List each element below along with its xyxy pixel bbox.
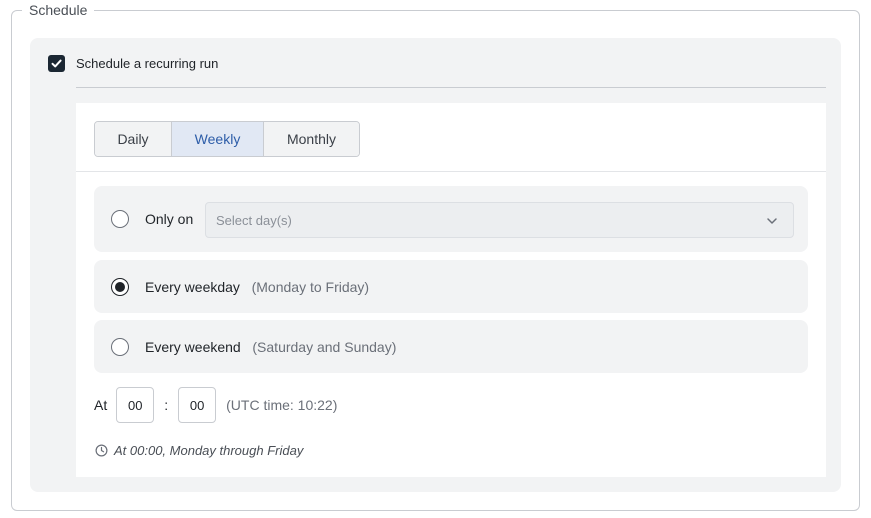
- time-at-label: At: [94, 397, 108, 413]
- option-every-weekday[interactable]: Every weekday (Monday to Friday): [94, 260, 808, 313]
- radio-every-weekday[interactable]: [111, 277, 129, 296]
- option-every-weekday-label: Every weekday (Monday to Friday): [145, 279, 369, 295]
- chevron-down-icon: [767, 218, 777, 224]
- radio-selected-dot: [115, 281, 125, 292]
- frequency-tabs: Daily Weekly Monthly: [94, 121, 360, 157]
- time-row: At 00 : 00 (UTC time: 10:22): [94, 387, 337, 423]
- tabs-divider: [76, 171, 826, 172]
- radio-every-weekend[interactable]: [111, 337, 129, 356]
- frequency-card: Daily Weekly Monthly Only on Select day(…: [76, 103, 826, 477]
- recurring-checkbox-label: Schedule a recurring run: [76, 56, 219, 71]
- recurring-checkbox[interactable]: [48, 55, 65, 72]
- option-only-on-label: Only on: [145, 211, 194, 227]
- option-every-weekend-hint: (Saturday and Sunday): [252, 338, 397, 355]
- utc-time-note: (UTC time: 10:22): [226, 397, 338, 413]
- section-divider: [76, 87, 826, 88]
- schedule-summary-text: At 00:00, Monday through Friday: [114, 443, 304, 458]
- schedule-legend: Schedule: [22, 1, 95, 19]
- recurring-checkbox-row[interactable]: Schedule a recurring run: [48, 55, 218, 72]
- time-separator: :: [164, 397, 169, 413]
- tab-daily[interactable]: Daily: [95, 122, 171, 156]
- day-select[interactable]: Select day(s): [205, 202, 794, 238]
- option-every-weekday-hint: (Monday to Friday): [251, 278, 370, 295]
- tab-monthly[interactable]: Monthly: [263, 122, 359, 156]
- hour-input[interactable]: 00: [116, 387, 155, 423]
- radio-only-on[interactable]: [111, 210, 129, 228]
- option-every-weekend-label: Every weekend (Saturday and Sunday): [145, 339, 396, 355]
- option-every-weekend[interactable]: Every weekend (Saturday and Sunday): [94, 320, 808, 373]
- minute-input[interactable]: 00: [178, 387, 217, 423]
- option-only-on[interactable]: Only on Select day(s): [94, 186, 808, 252]
- option-every-weekday-text: Every weekday: [145, 278, 240, 295]
- option-every-weekend-text: Every weekend: [145, 338, 241, 355]
- tab-weekly[interactable]: Weekly: [171, 122, 263, 156]
- day-select-placeholder: Select day(s): [216, 212, 292, 228]
- schedule-summary: At 00:00, Monday through Friday: [95, 443, 303, 458]
- clock-icon: [95, 444, 108, 457]
- checkmark-icon: [51, 59, 62, 68]
